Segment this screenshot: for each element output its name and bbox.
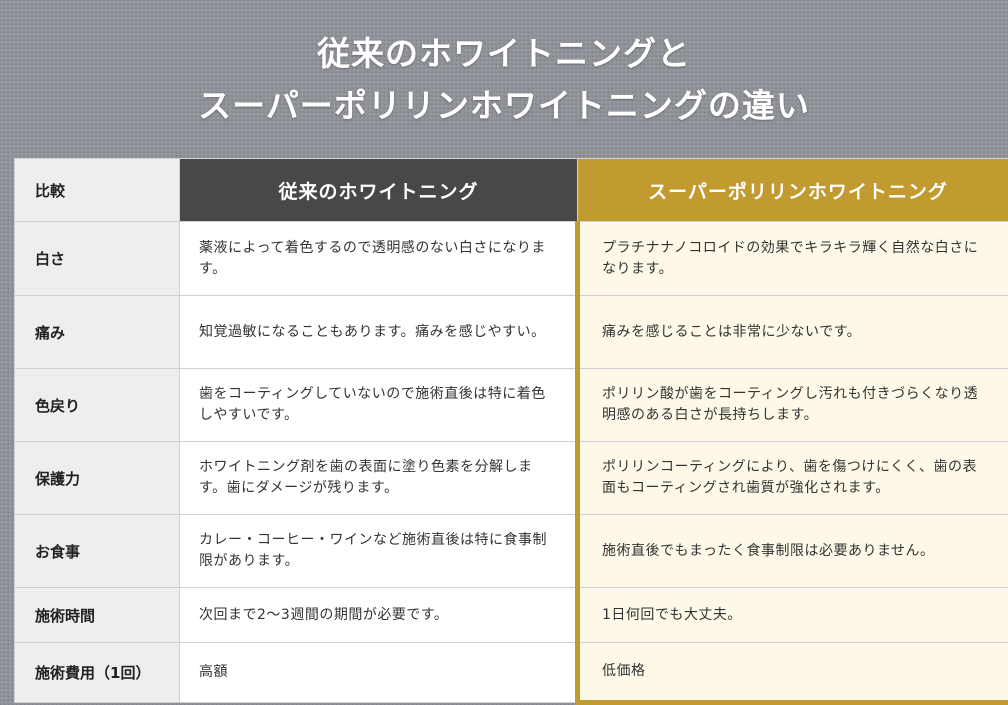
row-label-color-relapse: 色戻り	[14, 368, 180, 442]
cell-polyrin-meals: 施術直後でもまったく食事制限は必要ありません。	[575, 514, 1008, 588]
row-label-protection: 保護力	[14, 441, 180, 515]
cell-polyrin-treatment-time: 1日何回でも大丈夫。	[575, 587, 1008, 643]
table-row-whiteness: 白さ 薬液によって着色するので透明感のない白さになります。 プラチナナノコロイド…	[14, 221, 1008, 296]
cell-polyrin-color-relapse: ポリリン酸が歯をコーティングし汚れも付きづらくなり透明感のある白さが長持ちします…	[575, 368, 1008, 442]
table-header-row: 比較 従来のホワイトニング スーパーポリリンホワイトニング	[14, 158, 1008, 222]
page-title-line-2: スーパーポリリンホワイトニングの違い	[198, 86, 810, 125]
row-label-treatment-cost: 施術費用（1回）	[14, 642, 180, 703]
table-row-treatment-cost: 施術費用（1回） 高額 低価格	[14, 642, 1008, 705]
cell-conventional-protection: ホワイトニング剤を歯の表面に塗り色素を分解します。歯にダメージが残ります。	[179, 441, 578, 515]
cell-polyrin-whiteness: プラチナナノコロイドの効果でキラキラ輝く自然な白さになります。	[575, 221, 1008, 296]
page-title-line-1: 従来のホワイトニングと	[317, 34, 691, 73]
cell-polyrin-treatment-cost: 低価格	[575, 642, 1008, 705]
header-conventional-whitening: 従来のホワイトニング	[179, 158, 578, 222]
cell-conventional-treatment-time: 次回まで2〜3週間の期間が必要です。	[179, 587, 578, 643]
row-label-treatment-time: 施術時間	[14, 587, 180, 643]
cell-conventional-color-relapse: 歯をコーティングしていないので施術直後は特に着色しやすいです。	[179, 368, 578, 442]
cell-conventional-pain: 知覚過敏になることもあります。痛みを感じやすい。	[179, 295, 578, 369]
table-row-pain: 痛み 知覚過敏になることもあります。痛みを感じやすい。 痛みを感じることは非常に…	[14, 295, 1008, 369]
table-row-treatment-time: 施術時間 次回まで2〜3週間の期間が必要です。 1日何回でも大丈夫。	[14, 587, 1008, 643]
row-label-whiteness: 白さ	[14, 221, 180, 296]
table-row-meals: お食事 カレー・コーヒー・ワインなど施術直後は特に食事制限があります。 施術直後…	[14, 514, 1008, 588]
header-super-polyrin-whitening: スーパーポリリンホワイトニング	[577, 158, 1008, 222]
row-label-pain: 痛み	[14, 295, 180, 369]
comparison-table: 比較 従来のホワイトニング スーパーポリリンホワイトニング 白さ 薬液によって着…	[14, 158, 1008, 705]
cell-polyrin-protection: ポリリンコーティングにより、歯を傷つけにくく、歯の表面もコーティングされ歯質が強…	[575, 441, 1008, 515]
cell-polyrin-pain: 痛みを感じることは非常に少ないです。	[575, 295, 1008, 369]
table-row-color-relapse: 色戻り 歯をコーティングしていないので施術直後は特に着色しやすいです。 ポリリン…	[14, 368, 1008, 442]
row-label-meals: お食事	[14, 514, 180, 588]
table-row-protection: 保護力 ホワイトニング剤を歯の表面に塗り色素を分解します。歯にダメージが残ります…	[14, 441, 1008, 515]
cell-conventional-whiteness: 薬液によって着色するので透明感のない白さになります。	[179, 221, 578, 296]
page-title: 従来のホワイトニングと スーパーポリリンホワイトニングの違い	[0, 28, 1008, 132]
cell-conventional-treatment-cost: 高額	[179, 642, 578, 703]
cell-conventional-meals: カレー・コーヒー・ワインなど施術直後は特に食事制限があります。	[179, 514, 578, 588]
header-compare-label: 比較	[14, 158, 180, 222]
